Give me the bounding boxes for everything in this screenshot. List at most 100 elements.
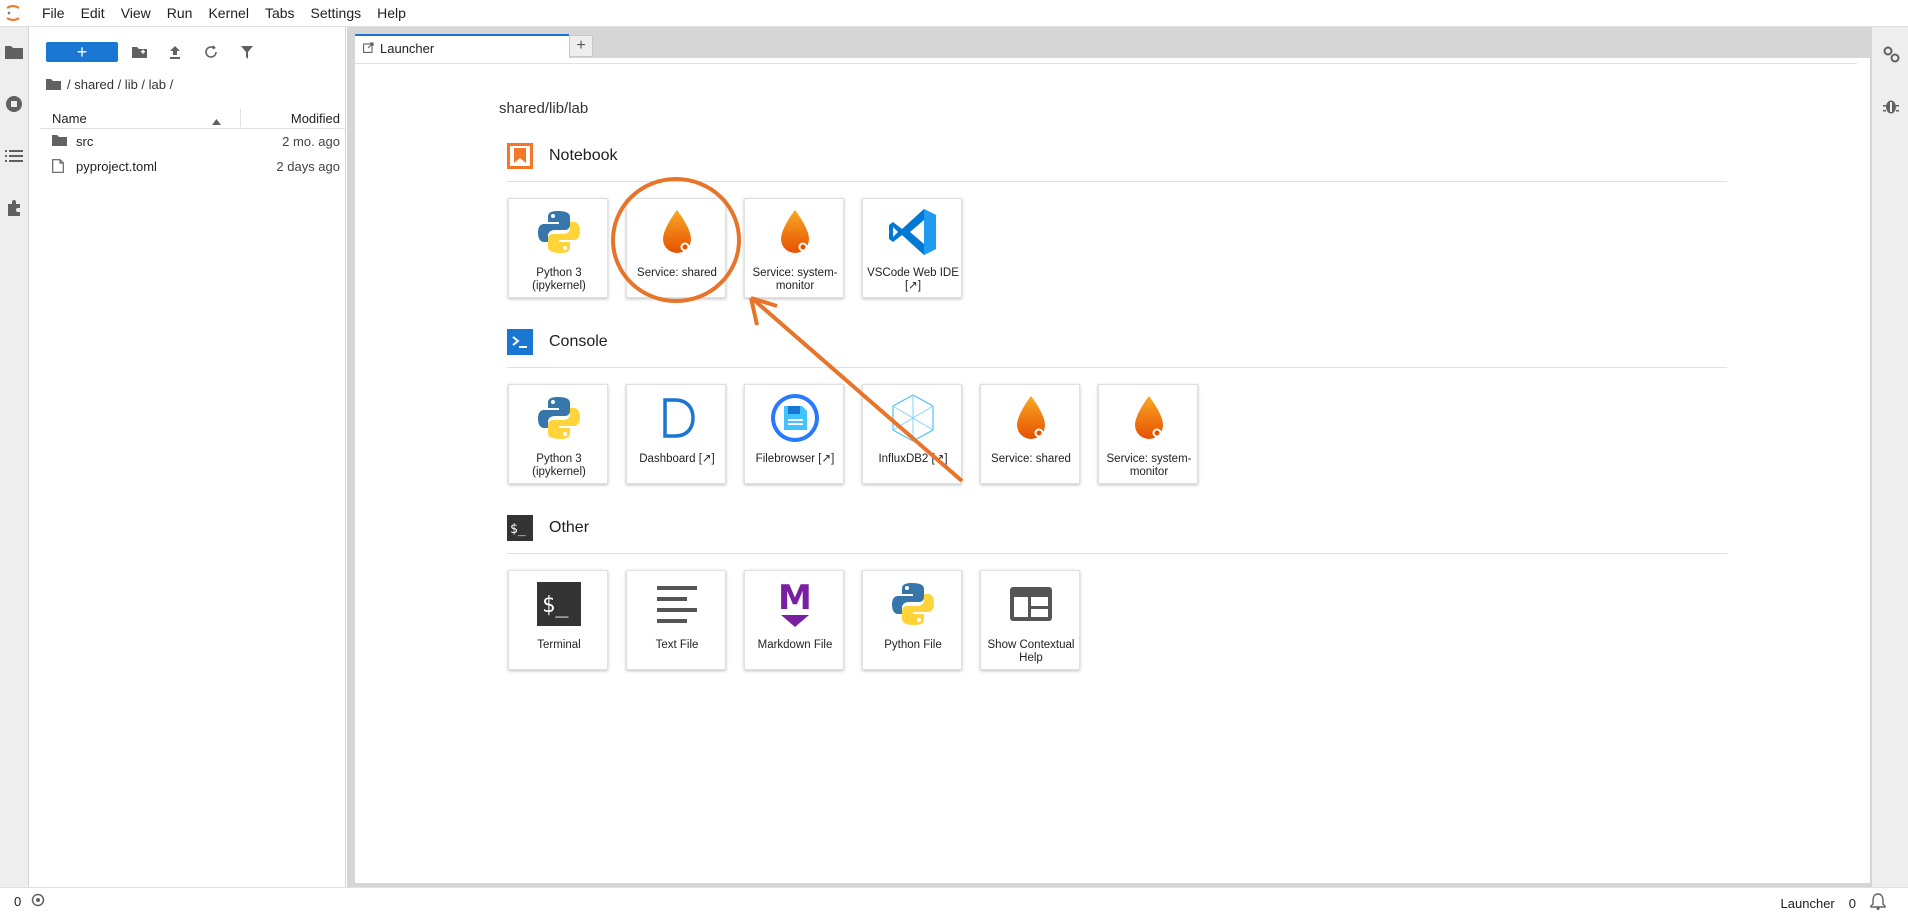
python-icon [532,391,586,445]
python-icon [532,205,586,259]
launcher-cwd: shared/lib/lab [499,100,589,117]
breadcrumb-path[interactable]: / shared / lib / lab / [67,77,173,92]
tab-launcher[interactable]: Launcher [355,34,569,60]
breadcrumb: / shared / lib / lab / [46,77,173,92]
card-label: Python File [884,639,942,651]
card-label: InfluxDB2 [↗] [878,453,948,465]
section-divider [507,181,1727,182]
card-label: Python 3 (ipykernel) [532,453,586,478]
launcher-card-show-contextual-help[interactable]: Show Contextual Help [980,570,1080,670]
card-label: Markdown File [757,639,833,651]
card-label: Service: shared [637,267,717,279]
console-section-icon [507,329,533,355]
file-browser-toolbar: + [30,35,346,65]
folder-icon[interactable] [3,41,25,63]
menu-bar: File Edit View Run Kernel Tabs Settings … [0,0,1908,27]
tab-bar: Launcher + [347,30,1871,60]
launcher-card-terminal[interactable]: $_ Terminal [508,570,608,670]
debugger-icon[interactable] [1880,95,1902,117]
card-label: Service: system-monitor [752,267,838,292]
file-name: src [76,134,94,149]
card-label: Service: shared [991,453,1071,465]
column-divider [240,109,241,127]
refresh-icon[interactable] [202,43,220,61]
markdown-icon: M [768,577,822,631]
section-other: $_ Other [507,515,1507,545]
influxdb-icon [886,391,940,445]
svg-text:M: M [778,579,812,618]
card-label: Filebrowser [↗] [755,453,835,465]
jupyter-logo-icon [0,0,26,27]
menu-settings[interactable]: Settings [303,0,370,27]
running-sessions-icon[interactable] [3,93,25,115]
file-row-src[interactable]: src 2 mo. ago [40,130,346,154]
new-launcher-button[interactable]: + [46,42,118,62]
folder-icon [52,134,67,149]
menu-file[interactable]: File [34,0,73,27]
launcher-card-notebook-service-system-monitor[interactable]: Service: system-monitor [744,198,844,298]
table-of-contents-icon[interactable] [3,145,25,167]
status-active-tab: Launcher [1780,895,1835,911]
column-name[interactable]: Name [52,111,87,126]
menu-edit[interactable]: Edit [73,0,113,27]
other-section-icon: $_ [507,515,533,541]
menu-kernel[interactable]: Kernel [200,0,256,27]
launcher-card-markdown-file[interactable]: M Markdown File [744,570,844,670]
right-activity-bar [1871,27,1908,887]
upload-icon[interactable] [166,43,184,61]
sort-ascending-icon[interactable] [212,113,221,128]
launcher-tab-icon [363,41,374,56]
menu-tabs[interactable]: Tabs [257,0,303,27]
launcher-card-text-file[interactable]: Text File [626,570,726,670]
launcher-card-notebook-service-shared[interactable]: Service: shared [626,198,726,298]
launcher-panel: shared/lib/lab Notebook Python 3 (ipyker… [355,58,1870,883]
launcher-card-console-service-shared[interactable]: Service: shared [980,384,1080,484]
section-divider [507,553,1727,554]
file-modified: 2 mo. ago [282,134,340,149]
extension-manager-icon[interactable] [3,197,25,219]
running-terminals-count[interactable]: 0 [14,894,21,909]
filter-icon[interactable] [238,43,256,61]
menu-run[interactable]: Run [159,0,201,27]
launcher-card-notebook-python3[interactable]: Python 3 (ipykernel) [508,198,608,298]
divider [355,63,1857,64]
drop-icon [650,205,704,259]
card-label: Python 3 (ipykernel) [532,267,586,292]
status-bar: 0 Launcher 0 [0,887,1908,912]
launcher-card-vscode[interactable]: VSCode Web IDE [↗] [862,198,962,298]
section-console: Console [507,329,1507,359]
add-tab-button[interactable]: + [569,35,593,57]
launcher-card-dashboard[interactable]: Dashboard [↗] [626,384,726,484]
tab-label: Launcher [380,40,435,56]
launcher-card-python-file[interactable]: Python File [862,570,962,670]
notebook-section-icon [507,143,533,169]
file-modified: 2 days ago [276,159,340,174]
launcher-card-influxdb2[interactable]: InfluxDB2 [↗] [862,384,962,484]
vscode-icon [886,205,940,259]
drop-icon [1122,391,1176,445]
section-divider [507,367,1727,368]
notification-count[interactable]: 0 [1849,896,1856,911]
card-label: Text File [655,639,699,651]
column-modified[interactable]: Modified [291,111,340,126]
section-title: Notebook [549,147,618,164]
menu-help[interactable]: Help [369,0,414,27]
filebrowser-icon [768,391,822,445]
breadcrumb-folder-icon[interactable] [46,79,61,90]
file-row-pyproject[interactable]: pyproject.toml 2 days ago [40,155,346,179]
launcher-card-filebrowser[interactable]: Filebrowser [↗] [744,384,844,484]
new-folder-icon[interactable] [130,43,148,61]
launcher-card-console-python3[interactable]: Python 3 (ipykernel) [508,384,608,484]
drop-icon [768,205,822,259]
svg-text:$_: $_ [510,522,526,537]
section-title: Other [549,519,590,536]
terminal-icon: $_ [532,577,586,631]
file-list-header: Name Modified [40,107,346,129]
launcher-card-console-service-system-monitor[interactable]: Service: system-monitor [1098,384,1198,484]
bell-icon[interactable] [1870,893,1886,912]
section-notebook: Notebook [507,143,1507,173]
property-inspector-icon[interactable] [1880,43,1902,65]
file-name: pyproject.toml [76,159,157,174]
menu-view[interactable]: View [113,0,159,27]
kernel-status-icon[interactable] [31,893,45,910]
